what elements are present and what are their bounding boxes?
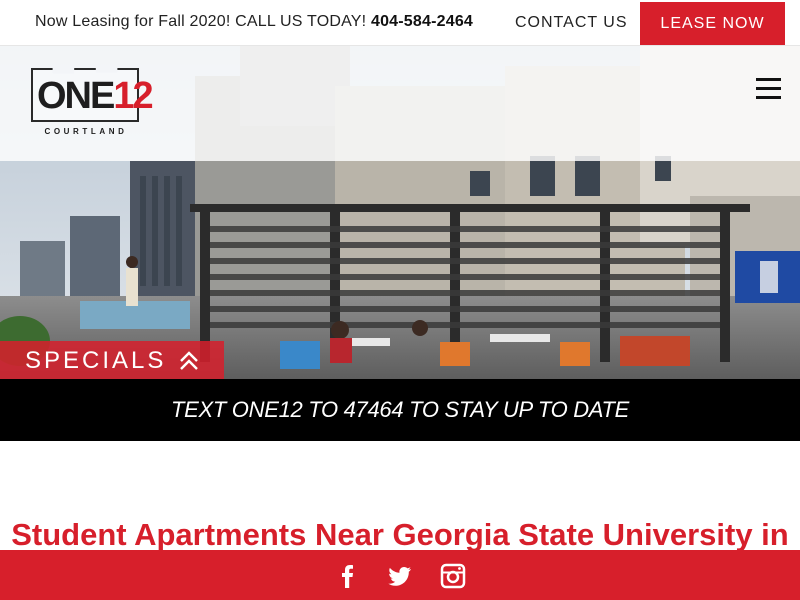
- text-alert-bar: TEXT ONE12 TO 47464 TO STAY UP TO DATE: [0, 379, 800, 441]
- instagram-icon[interactable]: [440, 563, 466, 589]
- logo-subtitle: COURTLAND: [44, 127, 128, 136]
- specials-label: SPECIALS: [25, 346, 167, 374]
- site-logo[interactable]: ONE12 COURTLAND: [31, 68, 154, 140]
- hero-banner: ONE12 COURTLAND SPECIALS: [0, 46, 800, 379]
- logo-word: ONE: [37, 75, 115, 117]
- page-headline: Student Apartments Near Georgia State Un…: [11, 517, 789, 552]
- leasing-announcement: Now Leasing for Fall 2020! CALL US TODAY…: [35, 13, 473, 31]
- double-chevron-up-icon: [180, 351, 198, 370]
- main-content: Student Apartments Near Georgia State Un…: [0, 441, 800, 552]
- top-bar: Now Leasing for Fall 2020! CALL US TODAY…: [0, 0, 800, 46]
- leasing-text: Now Leasing for Fall 2020! CALL US TODAY…: [35, 13, 367, 30]
- contact-us-link[interactable]: CONTACT US: [515, 14, 628, 32]
- page: Now Leasing for Fall 2020! CALL US TODAY…: [0, 0, 800, 600]
- lease-now-button[interactable]: LEASE NOW: [640, 2, 785, 45]
- hamburger-menu-icon[interactable]: [756, 78, 781, 99]
- text-alert-message: TEXT ONE12 TO 47464 TO STAY UP TO DATE: [170, 397, 630, 422]
- logo-number: 12: [113, 75, 153, 117]
- twitter-icon[interactable]: [387, 563, 413, 589]
- facebook-icon[interactable]: [335, 563, 361, 589]
- specials-button[interactable]: SPECIALS: [0, 341, 224, 379]
- phone-link[interactable]: 404-584-2464: [371, 13, 473, 30]
- logo-wordmark: ONE12: [37, 74, 154, 118]
- social-footer-bar: [0, 550, 800, 600]
